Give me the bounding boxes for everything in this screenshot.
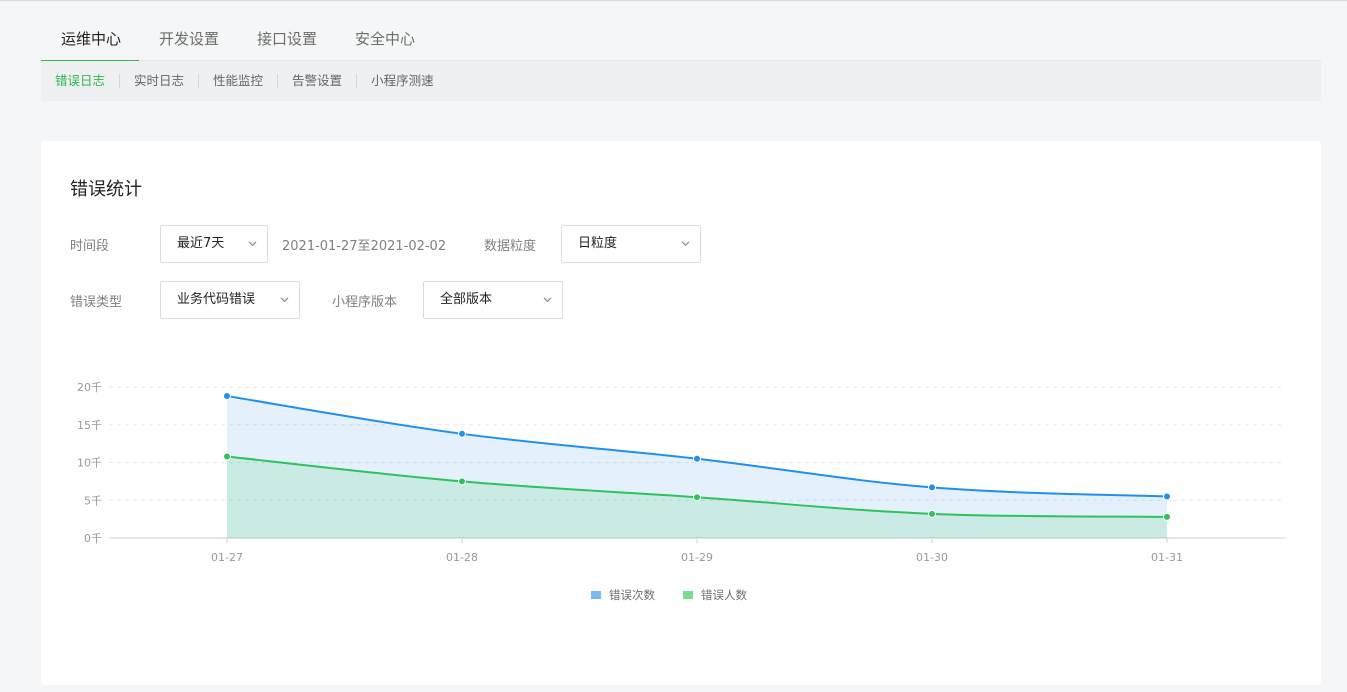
legend-swatch xyxy=(683,591,693,599)
version-select-value: 全部版本 xyxy=(440,292,493,307)
period-label: 时间段 xyxy=(70,239,110,254)
data-point xyxy=(223,452,231,461)
data-point xyxy=(1163,492,1171,501)
error-stats-card: 错误统计 时间段 最近7天 2021-01-27至2021-02-02 数据粒度… xyxy=(41,141,1321,685)
tab-dev-settings[interactable]: 开发设置 xyxy=(139,22,237,61)
y-tick-label: 20千 xyxy=(77,381,102,394)
period-select[interactable]: 最近7天 xyxy=(160,225,268,263)
x-tick-label: 01-27 xyxy=(211,551,243,564)
error-type-select-value: 业务代码错误 xyxy=(177,292,256,307)
error-type-select[interactable]: 业务代码错误 xyxy=(160,281,300,319)
data-point xyxy=(928,509,936,518)
tab-ops-center[interactable]: 运维中心 xyxy=(41,22,140,62)
chevron-down-icon xyxy=(280,297,289,303)
x-tick-label: 01-29 xyxy=(681,551,713,564)
granularity-select[interactable]: 日粒度 xyxy=(561,225,701,263)
legend-label: 错误人数 xyxy=(701,588,747,602)
legend-item[interactable]: 错误次数 xyxy=(591,587,655,603)
y-tick-label: 0千 xyxy=(84,532,102,545)
y-tick-label: 10千 xyxy=(77,457,102,470)
error-type-label: 错误类型 xyxy=(70,295,123,310)
legend-item[interactable]: 错误人数 xyxy=(683,587,747,603)
granularity-select-value: 日粒度 xyxy=(578,236,618,251)
subtab-speed-test[interactable]: 小程序测速 xyxy=(356,74,448,88)
x-tick-label: 01-30 xyxy=(916,551,948,564)
data-point xyxy=(458,477,466,486)
x-tick-label: 01-28 xyxy=(446,551,478,564)
data-point xyxy=(693,454,701,463)
period-select-value: 最近7天 xyxy=(177,236,225,251)
version-select[interactable]: 全部版本 xyxy=(423,281,563,319)
top-border xyxy=(0,0,1347,4)
tab-api-settings[interactable]: 接口设置 xyxy=(237,22,335,61)
chevron-down-icon xyxy=(543,297,552,303)
data-point xyxy=(1163,512,1171,521)
legend-label: 错误次数 xyxy=(609,588,655,602)
version-label: 小程序版本 xyxy=(332,295,398,310)
chevron-down-icon xyxy=(681,241,690,247)
main-tabs: 运维中心 开发设置 接口设置 安全中心 xyxy=(41,22,1321,62)
subtab-alert-settings[interactable]: 告警设置 xyxy=(277,74,356,88)
sub-tabs: 错误日志 实时日志 性能监控 告警设置 小程序测速 xyxy=(41,61,1321,101)
y-tick-label: 15千 xyxy=(77,419,102,432)
card-title: 错误统计 xyxy=(70,179,142,200)
subtab-error-log[interactable]: 错误日志 xyxy=(55,74,119,88)
legend-swatch xyxy=(591,591,601,599)
tab-security-center[interactable]: 安全中心 xyxy=(335,22,433,61)
chevron-down-icon xyxy=(248,241,257,247)
subtab-realtime-log[interactable]: 实时日志 xyxy=(119,74,198,88)
error-trend-chart: 0千 5千 10千 15千 20千 01-27 01-28 01-29 01-30 01-31 xyxy=(77,381,1285,564)
data-point xyxy=(223,392,231,401)
y-tick-label: 5千 xyxy=(84,494,102,507)
data-point xyxy=(693,493,701,502)
granularity-label: 数据粒度 xyxy=(484,239,537,254)
data-point xyxy=(928,483,936,492)
date-range: 2021-01-27至2021-02-02 xyxy=(282,239,447,254)
data-point xyxy=(458,429,466,438)
chart-legend: 错误次数 错误人数 xyxy=(591,587,747,603)
x-tick-label: 01-31 xyxy=(1151,551,1183,564)
subtab-performance-monitor[interactable]: 性能监控 xyxy=(198,74,277,88)
